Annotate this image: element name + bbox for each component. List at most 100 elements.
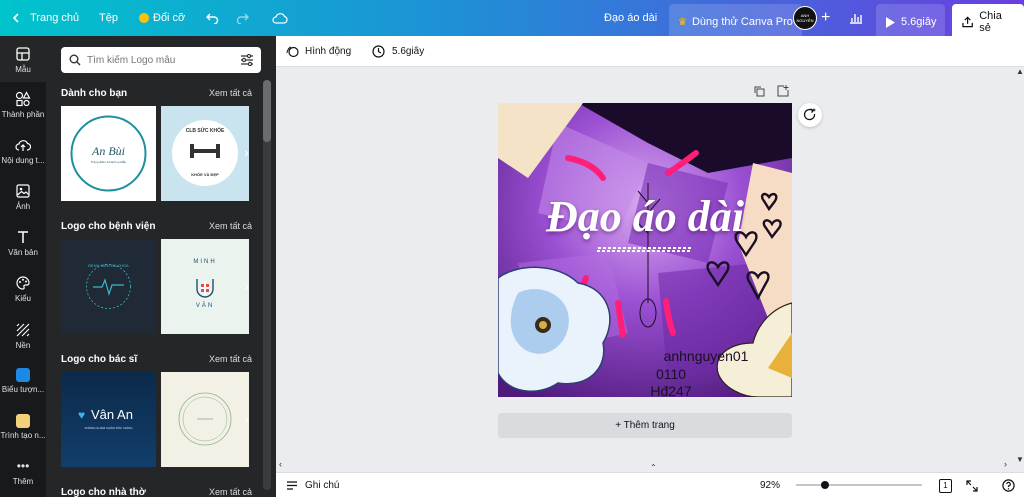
file-menu[interactable]: Tệp (99, 0, 118, 36)
heart-icon: ♥ (78, 408, 86, 422)
see-all-link[interactable]: Xem tất cả (209, 487, 252, 497)
chevron-down-icon[interactable]: ▼ (1016, 455, 1024, 464)
dumbbell-logo (172, 120, 238, 186)
help-button[interactable] (1002, 473, 1015, 497)
help-icon (1002, 479, 1015, 492)
vertical-scrollbar[interactable]: ▲ ▼ (1016, 67, 1024, 472)
rail-item-logo-app[interactable]: Biểu tượn... (0, 368, 46, 394)
share-button[interactable]: Chia sẻ (952, 4, 1024, 40)
rail-label: Nền (15, 341, 31, 350)
chevron-right-icon[interactable]: › (244, 411, 249, 427)
rail-item-elements[interactable]: Thành phần (0, 91, 46, 119)
design-text-line-3[interactable]: Hđ247 (626, 383, 716, 397)
template-thumb[interactable]: MINH VĂN (161, 239, 249, 334)
crown-icon (139, 13, 149, 23)
redo-button[interactable] (236, 0, 250, 36)
elements-icon (15, 91, 31, 107)
fullscreen-button[interactable] (966, 473, 978, 497)
rail-item-app[interactable]: Trình tạo n... (0, 414, 46, 440)
chevron-left-icon[interactable]: ‹ (279, 459, 282, 469)
document-title[interactable]: Đạo áo dài (604, 0, 657, 36)
thumb-subtitle: VĂN (195, 303, 215, 309)
template-thumb[interactable]: ♥ Vân An PHÒNG KHÁM CHĂM SÓC CHÍNH (61, 372, 156, 467)
see-all-link[interactable]: Xem tất cả (209, 354, 252, 364)
rail-item-text[interactable]: Văn bản (0, 229, 46, 257)
see-all-link[interactable]: Xem tất cả (209, 88, 252, 98)
zoom-slider[interactable] (796, 481, 922, 489)
crown-icon: ♛ (678, 16, 687, 28)
template-thumb[interactable] (161, 372, 249, 467)
cloud-save-button[interactable] (272, 0, 288, 36)
section-title: Logo cho bác sĩ (61, 354, 138, 365)
template-thumb[interactable]: BỆNH VIỆN ĐA KHOA (61, 239, 156, 334)
search-box[interactable] (61, 47, 261, 73)
search-icon (69, 54, 81, 66)
notes-button[interactable]: Ghi chú (286, 473, 339, 497)
add-page-icon[interactable] (777, 85, 789, 97)
chevron-right-icon[interactable]: › (244, 144, 249, 160)
zoom-slider-thumb[interactable] (820, 481, 829, 489)
thumb-title: CLB SỨC KHỎE (185, 128, 225, 134)
rail-item-background[interactable]: Nền (0, 322, 46, 350)
play-button[interactable]: 5.6giây (876, 4, 946, 40)
app-icon (16, 414, 30, 428)
analytics-button[interactable] (849, 0, 863, 36)
stethoscope-logo (196, 279, 214, 298)
search-input[interactable] (87, 54, 227, 66)
section-title: Dành cho bạn (61, 88, 128, 99)
duplicate-page-icon[interactable] (754, 86, 765, 97)
design-page[interactable]: Đạo áo dài anhnguyen01 0110 Hđ247 (498, 103, 792, 397)
design-text-line-2[interactable]: 0110 (626, 366, 716, 382)
rail-item-templates[interactable]: Mẫu (0, 36, 46, 82)
page-count-badge: 1 (939, 478, 952, 493)
animate-button[interactable]: Hình động (286, 36, 351, 67)
design-text-line-1[interactable]: anhnguyen01 (626, 348, 786, 364)
undo-icon (206, 13, 219, 24)
section-header: Logo cho bác sĩ Xem tất cả (61, 354, 252, 368)
play-duration: 5.6giây (901, 16, 937, 28)
template-thumb[interactable]: An Bùi Trang điểm & Dịch vụ Mẫu (61, 106, 156, 201)
undo-button[interactable] (205, 0, 219, 36)
rail-item-uploads[interactable]: Nội dung t... (0, 137, 46, 165)
rail-item-photos[interactable]: Ảnh (0, 183, 46, 211)
see-all-link[interactable]: Xem tất cả (209, 221, 252, 231)
page-count-button[interactable]: 1 (939, 473, 952, 497)
panel-scrollbar[interactable] (263, 80, 271, 142)
clock-icon (372, 45, 385, 58)
animate-label: Hình động (305, 46, 352, 57)
section-header: Logo cho nhà thờ Xem tất cả (61, 487, 252, 497)
zoom-label: 92% (760, 480, 781, 491)
add-member-button[interactable]: + (821, 0, 830, 36)
heartbeat-logo (86, 264, 131, 309)
chevron-up-icon[interactable]: ▲ (1016, 67, 1024, 76)
rail-item-more[interactable]: ••• Thêm (0, 460, 46, 486)
logo-app-icon (16, 368, 30, 382)
thumb-subtitle: PHÒNG KHÁM CHĂM SÓC CHÍNH (84, 426, 133, 430)
section-header: Dành cho bạn Xem tất cả (61, 88, 252, 102)
resize-button[interactable]: Đổi cỡ (139, 0, 185, 36)
home-button[interactable]: Trang chủ (10, 0, 79, 36)
plus-icon: + (821, 9, 831, 26)
chevron-up-icon[interactable]: ⌃ (650, 463, 657, 472)
try-pro-button[interactable]: ♛ Dùng thử Canva Pro (669, 4, 802, 40)
ai-assist-button[interactable] (798, 103, 822, 127)
rail-label: Ảnh (15, 202, 31, 211)
rail-label: Mẫu (15, 65, 31, 74)
share-icon (962, 16, 973, 28)
thumb-title: Vân An (91, 407, 133, 422)
upload-icon (15, 140, 31, 151)
zoom-value[interactable]: 92% (760, 473, 780, 497)
background-icon (16, 323, 30, 337)
rail-label: Kiểu (14, 294, 31, 303)
avatar[interactable]: ANH NGUYÊN (793, 0, 817, 36)
chevron-right-icon[interactable]: › (244, 278, 249, 294)
template-thumb[interactable]: CLB SỨC KHỎE KHỎE VÀ ĐẸP (161, 106, 249, 201)
chevron-right-icon[interactable]: › (1004, 459, 1007, 469)
design-title[interactable]: Đạo áo dài (498, 191, 792, 242)
avatar-circle: ANH NGUYÊN (793, 6, 817, 30)
section-header: Logo cho bệnh viện Xem tất cả (61, 221, 252, 235)
rail-item-styles[interactable]: Kiểu (0, 275, 46, 303)
add-page-button[interactable]: + Thêm trang (498, 413, 792, 438)
filter-icon[interactable] (240, 54, 254, 66)
duration-button[interactable]: 5.6giây (372, 36, 424, 67)
